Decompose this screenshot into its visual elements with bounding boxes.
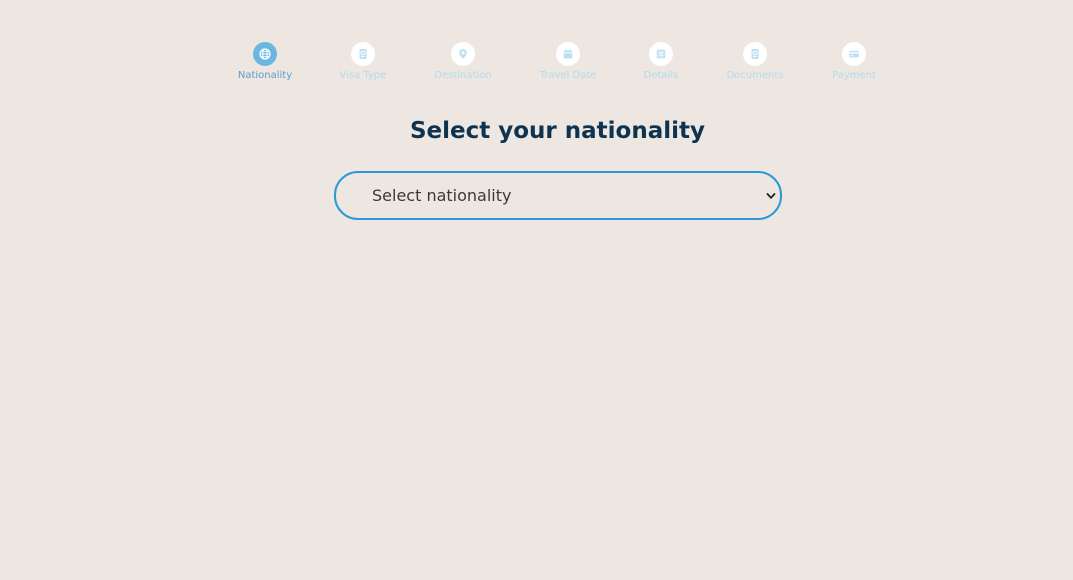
step-label: Details — [643, 70, 679, 81]
step-documents[interactable]: Documents — [710, 42, 800, 82]
step-label: Travel Date — [539, 70, 597, 81]
select-value: Select nationality — [372, 186, 512, 205]
map-pin-icon — [451, 42, 475, 66]
page-title: Select your nationality — [409, 118, 706, 144]
chevron-down-icon — [766, 193, 776, 199]
step-label: Visa Type — [339, 70, 387, 81]
credit-card-icon — [842, 42, 866, 66]
calendar-icon — [556, 42, 580, 66]
step-nationality[interactable]: Nationality — [220, 42, 310, 82]
step-visa-type[interactable]: Visa Type — [318, 42, 408, 82]
step-details[interactable]: Details — [616, 42, 706, 82]
step-payment[interactable]: Payment — [809, 42, 899, 82]
list-icon — [649, 42, 673, 66]
step-destination[interactable]: Destination — [418, 42, 508, 82]
step-progress-bar: Nationality Visa Type Destination Travel… — [0, 42, 1073, 86]
passport-icon — [351, 42, 375, 66]
step-label: Destination — [434, 70, 492, 81]
step-label: Payment — [832, 70, 876, 81]
nationality-select[interactable]: Select nationality — [334, 171, 782, 220]
step-label: Documents — [726, 70, 784, 81]
passport-icon — [743, 42, 767, 66]
globe-icon — [253, 42, 277, 66]
step-label: Nationality — [237, 70, 293, 81]
step-travel-date[interactable]: Travel Date — [523, 42, 613, 82]
